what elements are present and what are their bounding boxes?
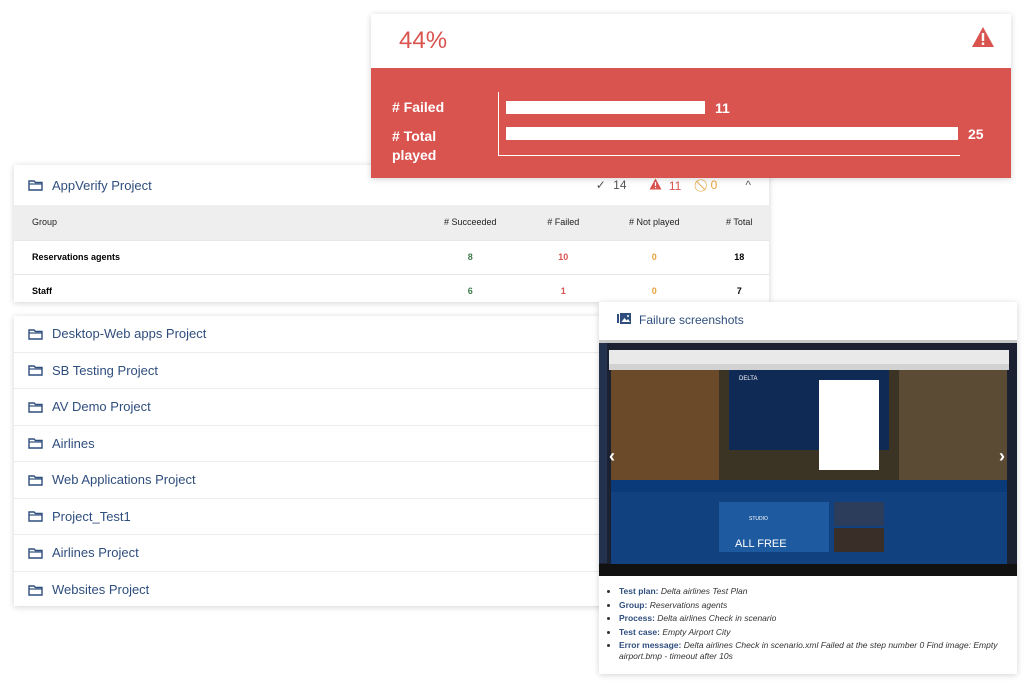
- project-name[interactable]: Airlines Project: [52, 545, 139, 560]
- detail-test-case: Test case: Empty Airport City: [619, 627, 1011, 638]
- list-item[interactable]: AV Demo Project: [14, 389, 614, 426]
- list-item[interactable]: Websites Project: [14, 572, 614, 609]
- screenshot-studio: STUDIO: [749, 516, 768, 522]
- project-name[interactable]: Desktop-Web apps Project: [52, 326, 206, 341]
- chevron-right-icon[interactable]: ›: [999, 446, 1005, 467]
- failure-percentage: 44%: [399, 27, 448, 54]
- bar-total: [506, 127, 958, 140]
- bar-value-total: 25: [968, 126, 984, 142]
- column-header-group[interactable]: Group: [14, 205, 413, 240]
- group-name: Staff: [14, 273, 413, 308]
- succeeded-value: 6: [413, 273, 528, 308]
- folder-icon: [28, 584, 44, 596]
- chart-y-axis: [498, 92, 499, 155]
- list-item[interactable]: Airlines: [14, 426, 614, 462]
- detail-key: Test plan:: [619, 586, 659, 596]
- detail-value: Delta airlines Test Plan: [660, 586, 748, 596]
- bar-failed: [506, 101, 705, 114]
- failed-summary: 11: [645, 178, 682, 193]
- list-item[interactable]: SB Testing Project: [14, 353, 614, 389]
- detail-key: Group:: [619, 599, 648, 610]
- failed-value: 10: [527, 239, 600, 274]
- failed-count: 11: [668, 178, 682, 193]
- column-header-not-played[interactable]: # Not played: [599, 205, 709, 240]
- failure-screenshots-card: Failure screenshots DELTA ALL FREE STUDI…: [599, 302, 1017, 674]
- folder-icon: [28, 474, 44, 486]
- project-name[interactable]: Project_Test1: [52, 509, 131, 524]
- folder-icon: [28, 328, 44, 340]
- failure-rate-header: 44%: [371, 14, 1011, 68]
- not-played-summary: ⃠ 0: [699, 177, 718, 193]
- list-item[interactable]: Desktop-Web apps Project: [14, 316, 614, 353]
- project-name[interactable]: Websites Project: [52, 582, 149, 597]
- failure-screenshots-title: Failure screenshots: [639, 313, 744, 327]
- folder-icon: [28, 437, 44, 449]
- detail-value: Empty Airport City: [662, 626, 731, 637]
- appverify-project-card: AppVerify Project ✓ 14 11 ⃠ 0 ^ Group #: [14, 165, 769, 308]
- list-item[interactable]: Airlines Project: [14, 535, 614, 572]
- image-gallery-icon: [617, 311, 631, 329]
- detail-key: Error message:: [619, 640, 682, 650]
- failure-screenshot-image[interactable]: DELTA ALL FREE STUDIO ‹ ›: [599, 340, 1017, 576]
- failed-vs-played-bar-chart: # Failed # Total played 11 25: [371, 68, 1011, 178]
- chevron-left-icon[interactable]: ‹: [609, 446, 615, 467]
- chevron-up-icon[interactable]: ^: [745, 178, 751, 192]
- failure-rate-card: 44% # Failed # Total played 11 25: [371, 14, 1011, 178]
- column-header-succeeded[interactable]: # Succeeded: [413, 205, 528, 240]
- project-title[interactable]: AppVerify Project: [52, 178, 152, 193]
- project-name[interactable]: Web Applications Project: [52, 472, 196, 487]
- succeeded-count: 14: [613, 178, 627, 192]
- column-header-total[interactable]: # Total: [709, 205, 769, 240]
- detail-value: Delta airlines Check in scenario: [657, 613, 777, 623]
- group-results-table: Group # Succeeded # Failed # Not played …: [14, 205, 769, 308]
- list-item[interactable]: Web Applications Project: [14, 462, 614, 499]
- detail-key: Process:: [619, 613, 655, 623]
- detail-error-message: Error message: Delta airlines Check in s…: [619, 640, 1011, 661]
- table-row[interactable]: Reservations agents 8 10 0 18: [14, 239, 769, 274]
- table-header-row: Group # Succeeded # Failed # Not played …: [14, 205, 769, 240]
- chart-x-axis: [498, 155, 960, 156]
- detail-value: Reservations agents: [649, 599, 728, 610]
- succeeded-value: 8: [413, 239, 528, 274]
- list-item[interactable]: Project_Test1: [14, 499, 614, 535]
- folder-icon: [28, 510, 44, 522]
- bar-label-total: # Total played: [392, 128, 437, 163]
- not-played-count: 0: [710, 177, 718, 192]
- not-played-value: 0: [599, 239, 710, 274]
- column-header-failed[interactable]: # Failed: [528, 205, 599, 240]
- warning-icon: [971, 26, 995, 53]
- detail-group: Group: Reservations agents: [619, 600, 1011, 611]
- folder-icon: [28, 179, 44, 191]
- project-name[interactable]: SB Testing Project: [52, 363, 158, 378]
- folder-icon: [28, 364, 44, 376]
- project-name[interactable]: AV Demo Project: [52, 399, 151, 414]
- failure-screenshots-header: Failure screenshots: [599, 302, 1017, 338]
- detail-key: Test case:: [619, 626, 660, 637]
- detail-process: Process: Delta airlines Check in scenari…: [619, 613, 1011, 624]
- project-list: Desktop-Web apps Project SB Testing Proj…: [14, 316, 614, 606]
- total-value: 18: [709, 239, 769, 274]
- group-name: Reservations agents: [14, 239, 413, 274]
- succeeded-summary: ✓ 14: [592, 178, 627, 192]
- screenshot-promo: ALL FREE: [735, 538, 787, 550]
- detail-test-plan: Test plan: Delta airlines Test Plan: [619, 586, 1011, 597]
- failed-value: 1: [527, 273, 600, 308]
- project-name[interactable]: Airlines: [52, 436, 95, 451]
- folder-icon: [28, 401, 44, 413]
- failure-details: Test plan: Delta airlines Test Plan Grou…: [607, 586, 1011, 664]
- bar-label-failed: # Failed: [392, 99, 445, 115]
- warning-icon: [649, 178, 665, 193]
- check-icon: ✓: [595, 178, 606, 192]
- bar-value-failed: 11: [715, 100, 730, 116]
- folder-icon: [28, 547, 44, 559]
- screenshot-brand: DELTA: [739, 376, 757, 382]
